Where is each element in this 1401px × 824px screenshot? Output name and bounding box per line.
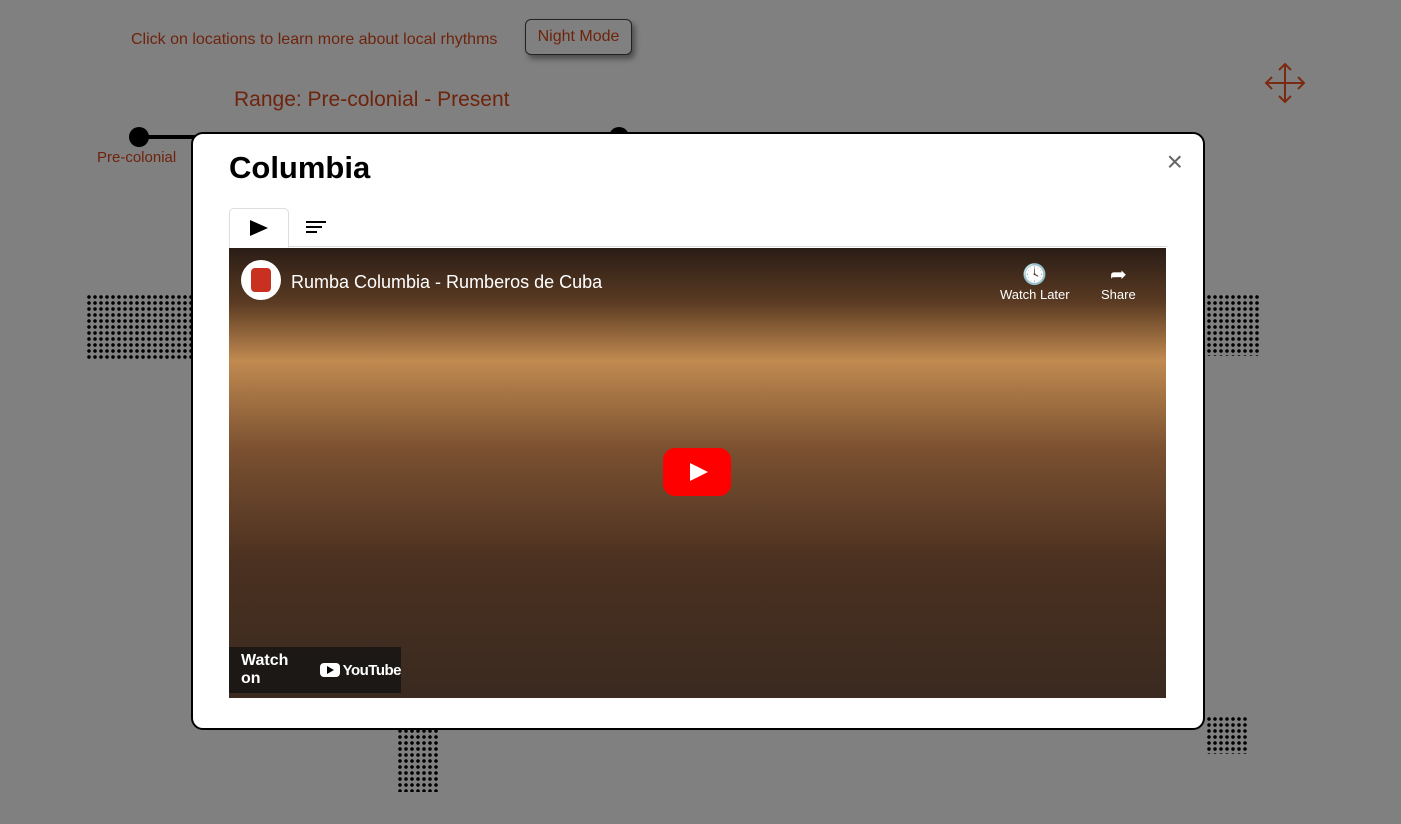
map-dots bbox=[1200, 294, 1260, 356]
location-modal: Columbia × Rumba Columbia - Rumberos de … bbox=[191, 132, 1205, 730]
tab-video[interactable] bbox=[229, 208, 289, 248]
youtube-label: YouTube bbox=[342, 661, 402, 679]
share-button[interactable]: ➦ Share bbox=[1101, 262, 1136, 302]
map-dots bbox=[1206, 716, 1248, 754]
map-dots bbox=[86, 294, 194, 360]
youtube-video-player[interactable]: Rumba Columbia - Rumberos de Cuba 🕓 Watch… bbox=[229, 248, 1166, 698]
watch-on-youtube-button[interactable]: Watch on YouTube bbox=[229, 647, 402, 693]
watch-later-button[interactable]: 🕓 Watch Later bbox=[1000, 262, 1070, 302]
tab-text[interactable] bbox=[287, 208, 345, 246]
range-slider-start-handle[interactable] bbox=[129, 127, 149, 147]
night-mode-button[interactable]: Night Mode bbox=[525, 19, 632, 55]
modal-tabs bbox=[229, 208, 1167, 248]
share-label: Share bbox=[1101, 287, 1136, 302]
modal-title: Columbia bbox=[229, 150, 371, 185]
youtube-logo: YouTube bbox=[319, 661, 402, 679]
move-arrows-icon[interactable] bbox=[1264, 62, 1306, 104]
instruction-text: Click on locations to learn more about l… bbox=[131, 31, 498, 48]
channel-avatar[interactable] bbox=[241, 260, 281, 300]
close-icon[interactable]: × bbox=[1167, 146, 1183, 178]
video-title[interactable]: Rumba Columbia - Rumberos de Cuba bbox=[291, 272, 602, 293]
watch-on-label: Watch on bbox=[241, 652, 289, 687]
play-icon bbox=[250, 220, 268, 236]
watch-later-label: Watch Later bbox=[1000, 287, 1070, 302]
share-icon: ➦ bbox=[1109, 264, 1127, 286]
range-start-label: Pre-colonial bbox=[97, 149, 177, 166]
range-label: Range: Pre-colonial - Present bbox=[234, 88, 510, 111]
map-dots bbox=[397, 728, 439, 792]
text-lines-icon bbox=[306, 221, 326, 233]
clock-icon: 🕓 bbox=[1022, 264, 1048, 286]
play-button[interactable] bbox=[663, 448, 731, 496]
